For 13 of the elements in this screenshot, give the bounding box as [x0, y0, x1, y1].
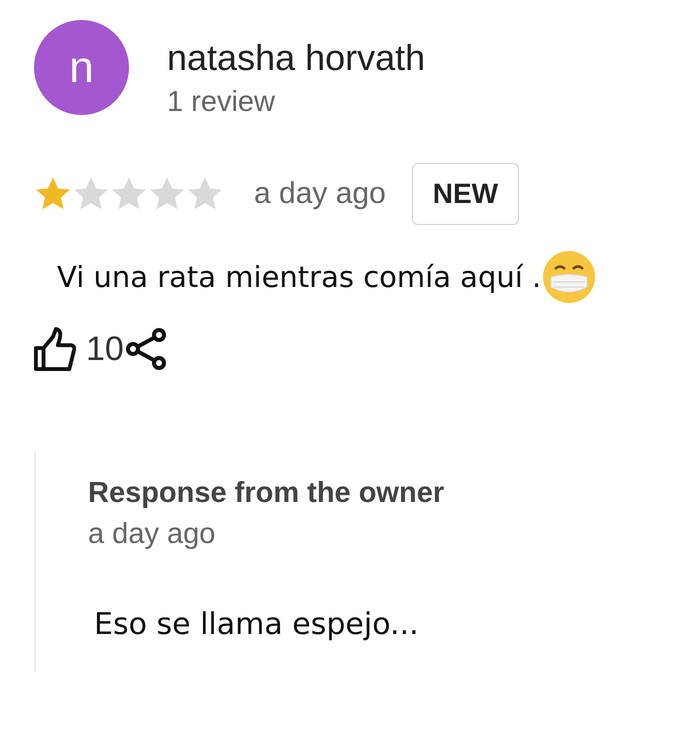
response-time: a day ago — [88, 518, 216, 551]
author-name: natasha horvath — [167, 36, 426, 80]
review-text: Vi una rata mientras comía aquí . — [57, 260, 542, 294]
response-text: Eso se llama espejo... — [93, 607, 420, 642]
new-badge: NEW — [412, 163, 520, 225]
avatar: n — [34, 20, 129, 115]
review-count: 1 review — [167, 86, 276, 119]
review-time: a day ago — [254, 177, 386, 211]
share-icon[interactable] — [124, 327, 168, 371]
thumbs-up-icon — [34, 327, 76, 371]
response-heading: Response from the owner — [88, 477, 446, 510]
mask-face-emoji-icon — [541, 249, 598, 305]
like-button[interactable]: 10 — [34, 327, 124, 371]
